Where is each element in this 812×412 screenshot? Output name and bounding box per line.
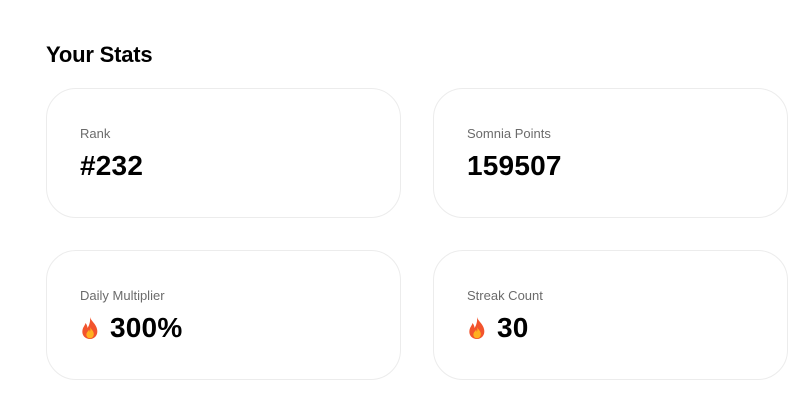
stat-value-row: 300% xyxy=(80,311,182,345)
fire-icon xyxy=(467,316,487,340)
stat-value: #232 xyxy=(80,150,144,181)
stat-value-row: #232 xyxy=(80,149,143,183)
stat-card-streak-count: Streak Count 30 xyxy=(433,250,788,380)
stat-label: Daily Multiplier xyxy=(80,288,165,303)
stat-card-daily-multiplier: Daily Multiplier 300% xyxy=(46,250,401,380)
stat-value: 159507 xyxy=(467,150,562,181)
stat-value: 300% xyxy=(110,312,183,343)
stat-label: Streak Count xyxy=(467,288,543,303)
section-title: Your Stats xyxy=(46,42,153,67)
stat-value: 30 xyxy=(497,312,529,343)
fire-icon xyxy=(80,316,100,340)
stat-label: Somnia Points xyxy=(467,126,551,141)
stat-value-row: 159507 xyxy=(467,149,562,183)
stat-card-somnia-points: Somnia Points 159507 xyxy=(433,88,788,218)
stat-label: Rank xyxy=(80,126,111,141)
stat-card-rank: Rank #232 xyxy=(46,88,401,218)
stat-value-row: 30 xyxy=(467,311,529,345)
